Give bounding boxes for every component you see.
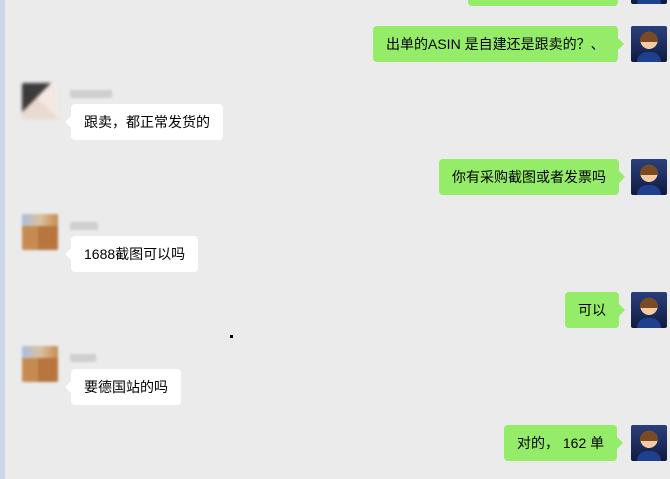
- message-bubble[interactable]: 对的， 162 单: [504, 425, 624, 461]
- my-avatar[interactable]: [631, 0, 667, 4]
- my-avatar[interactable]: [631, 425, 667, 461]
- message-bubble[interactable]: 1688截图可以吗: [64, 236, 199, 272]
- message-bubble[interactable]: 你有采购截图或者发票吗: [439, 159, 625, 195]
- message-bubble[interactable]: 跟卖，都正常发货的: [65, 104, 223, 140]
- message-bubble-partial: [468, 0, 618, 6]
- contact-avatar[interactable]: [22, 83, 58, 119]
- sender-name-redacted: [70, 90, 112, 98]
- my-avatar[interactable]: [631, 159, 667, 195]
- my-avatar[interactable]: [631, 26, 667, 62]
- message-bubble[interactable]: 要德国站的吗: [65, 369, 181, 405]
- contact-avatar[interactable]: [22, 214, 58, 250]
- contact-avatar[interactable]: [22, 346, 58, 382]
- message-bubble[interactable]: 可以: [565, 292, 625, 328]
- mouse-pointer: [230, 335, 233, 338]
- window-left-edge: [0, 0, 5, 479]
- sender-name-redacted: [70, 222, 98, 230]
- message-bubble[interactable]: 出单的ASIN 是自建还是跟卖的？、: [373, 26, 624, 62]
- sender-name-redacted: [70, 354, 96, 362]
- my-avatar[interactable]: [631, 292, 667, 328]
